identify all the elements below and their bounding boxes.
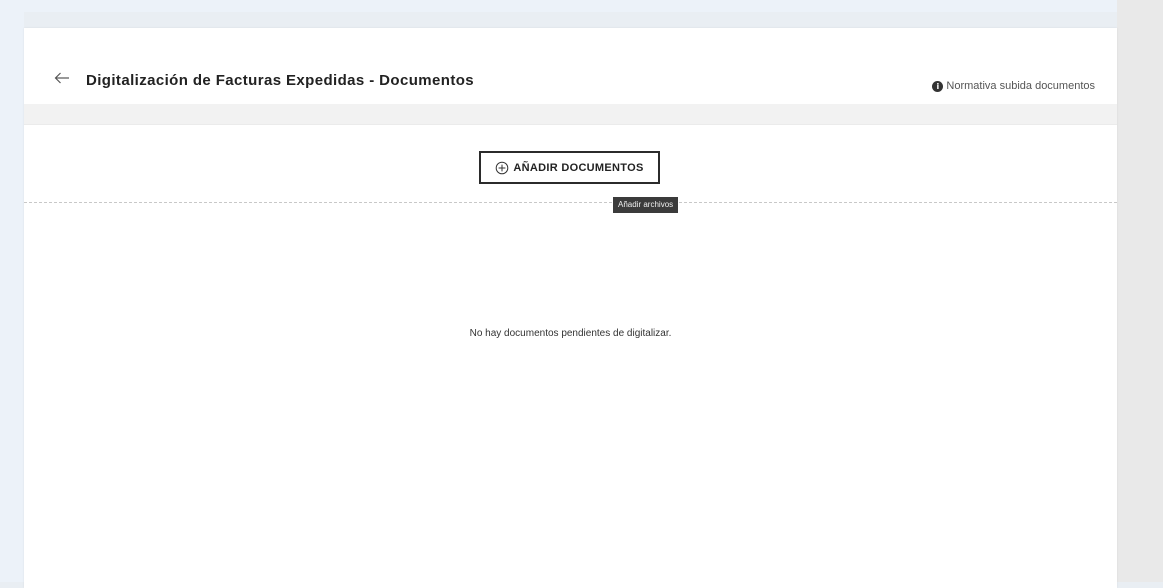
page-background-top — [0, 0, 1163, 12]
header-divider-strip — [24, 104, 1117, 125]
drop-zone-divider — [24, 202, 1117, 203]
normativa-link-label: Normativa subida documentos — [946, 80, 1095, 92]
info-icon: i — [932, 80, 944, 92]
add-files-tooltip: Añadir archivos — [613, 197, 679, 213]
plus-circle-icon — [495, 161, 509, 175]
normativa-link[interactable]: i Normativa subida documentos — [932, 80, 1095, 92]
add-documents-button[interactable]: AÑADIR DOCUMENTOS — [479, 151, 660, 184]
content-card: Digitalización de Facturas Expedidas - D… — [24, 28, 1117, 588]
page-background-right — [1117, 0, 1163, 582]
page-title: Digitalización de Facturas Expedidas - D… — [86, 72, 475, 89]
arrow-left-icon[interactable] — [54, 71, 70, 85]
empty-state-message: No hay documentos pendientes de digitali… — [469, 328, 672, 339]
add-documents-button-label: AÑADIR DOCUMENTOS — [513, 161, 644, 174]
page-header: Digitalización de Facturas Expedidas - D… — [24, 28, 1117, 104]
page-background-left — [0, 0, 24, 582]
